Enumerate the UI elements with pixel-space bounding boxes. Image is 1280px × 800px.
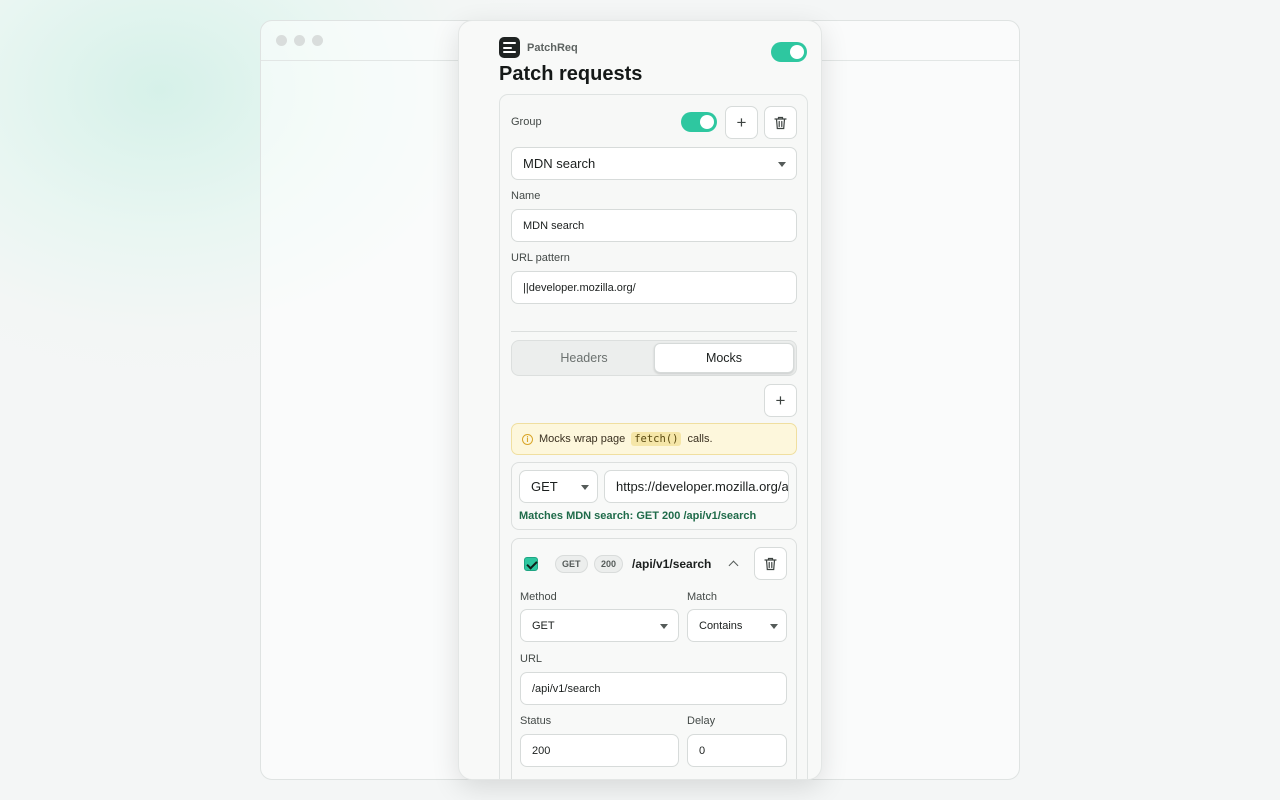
mock-url-input[interactable]: /api/v1/search [520, 672, 787, 705]
mock-status-input[interactable]: 200 [520, 734, 679, 767]
name-label: Name [511, 190, 541, 202]
tester-result: Matches MDN search: GET 200 /api/v1/sear… [519, 510, 757, 522]
extension-popup: PatchReq Patch requests Group + MDN sear… [458, 20, 822, 780]
mocks-info-note: i Mocks wrap page fetch() calls. [511, 423, 797, 455]
mock-match-value: Contains [699, 619, 743, 632]
note-suffix: calls. [687, 433, 713, 445]
mock-delay-label: Delay [687, 715, 716, 727]
url-pattern-label: URL pattern [511, 252, 570, 264]
group-label: Group [511, 116, 542, 128]
mock-url-label: URL [520, 653, 543, 665]
window-maximize-dot[interactable] [312, 35, 323, 46]
mock-method-label: Method [520, 591, 557, 603]
note-code: fetch() [631, 432, 682, 446]
info-icon: i [522, 433, 533, 445]
section-divider [511, 331, 797, 332]
group-select[interactable]: MDN search [511, 147, 797, 180]
global-enable-toggle[interactable] [771, 42, 807, 62]
tester-url-input[interactable]: https://developer.mozilla.org/api/v1/sea… [604, 470, 789, 503]
mock-match-label: Match [687, 591, 717, 603]
tester-method-select[interactable]: GET [519, 470, 598, 503]
patchreq-logo-icon [499, 37, 520, 58]
tab-headers[interactable]: Headers [514, 343, 654, 373]
url-tester: GET https://developer.mozilla.org/api/v1… [511, 462, 797, 530]
group-name-input[interactable]: MDN search [511, 209, 797, 242]
trash-icon [764, 557, 777, 570]
chevron-down-icon [581, 485, 589, 490]
chevron-down-icon [660, 624, 668, 629]
plus-icon: + [775, 391, 786, 410]
chevron-up-icon[interactable] [728, 560, 739, 571]
mock-delay-input[interactable]: 0 [687, 734, 787, 767]
mock-delay-value: 0 [699, 744, 706, 757]
window-minimize-dot[interactable] [294, 35, 305, 46]
plus-icon: + [736, 113, 747, 132]
group-card: Group + MDN search Name MDN search URL p… [499, 94, 808, 779]
brand-name: PatchReq [527, 41, 578, 54]
trash-icon [774, 116, 787, 129]
mock-enabled-checkbox[interactable] [524, 557, 538, 571]
mock-method-pill: GET [555, 555, 588, 573]
group-name-value: MDN search [523, 219, 585, 232]
mock-url-value: /api/v1/search [532, 682, 601, 695]
group-enable-toggle[interactable] [681, 112, 717, 132]
window-close-dot[interactable] [276, 35, 287, 46]
delete-mock-button[interactable] [754, 547, 787, 580]
mock-status-value: 200 [532, 744, 551, 757]
tester-method-value: GET [531, 479, 558, 494]
group-select-value: MDN search [523, 156, 596, 171]
delete-group-button[interactable] [764, 106, 797, 139]
add-group-button[interactable]: + [725, 106, 758, 139]
mock-method-value: GET [532, 619, 555, 632]
mock-status-label: Status [520, 715, 552, 727]
tab-mocks[interactable]: Mocks [654, 343, 794, 373]
mock-status-pill: 200 [594, 555, 624, 573]
note-prefix: Mocks wrap page [539, 433, 626, 445]
mock-match-select[interactable]: Contains [687, 609, 787, 642]
add-mock-button[interactable]: + [764, 384, 797, 417]
page-title: Patch requests [499, 63, 643, 85]
mock-item: GET 200 /api/v1/search Method GET Match … [511, 538, 797, 779]
chevron-down-icon [770, 624, 778, 629]
chevron-down-icon [778, 162, 786, 167]
mock-method-select[interactable]: GET [520, 609, 679, 642]
tester-url-value: https://developer.mozilla.org/api/v1/sea… [616, 479, 789, 494]
url-pattern-value: ||developer.mozilla.org/ [523, 281, 636, 294]
section-tabs: Headers Mocks [511, 340, 797, 376]
url-pattern-input[interactable]: ||developer.mozilla.org/ [511, 271, 797, 304]
brand: PatchReq [499, 37, 578, 58]
mock-path: /api/v1/search [632, 557, 712, 571]
